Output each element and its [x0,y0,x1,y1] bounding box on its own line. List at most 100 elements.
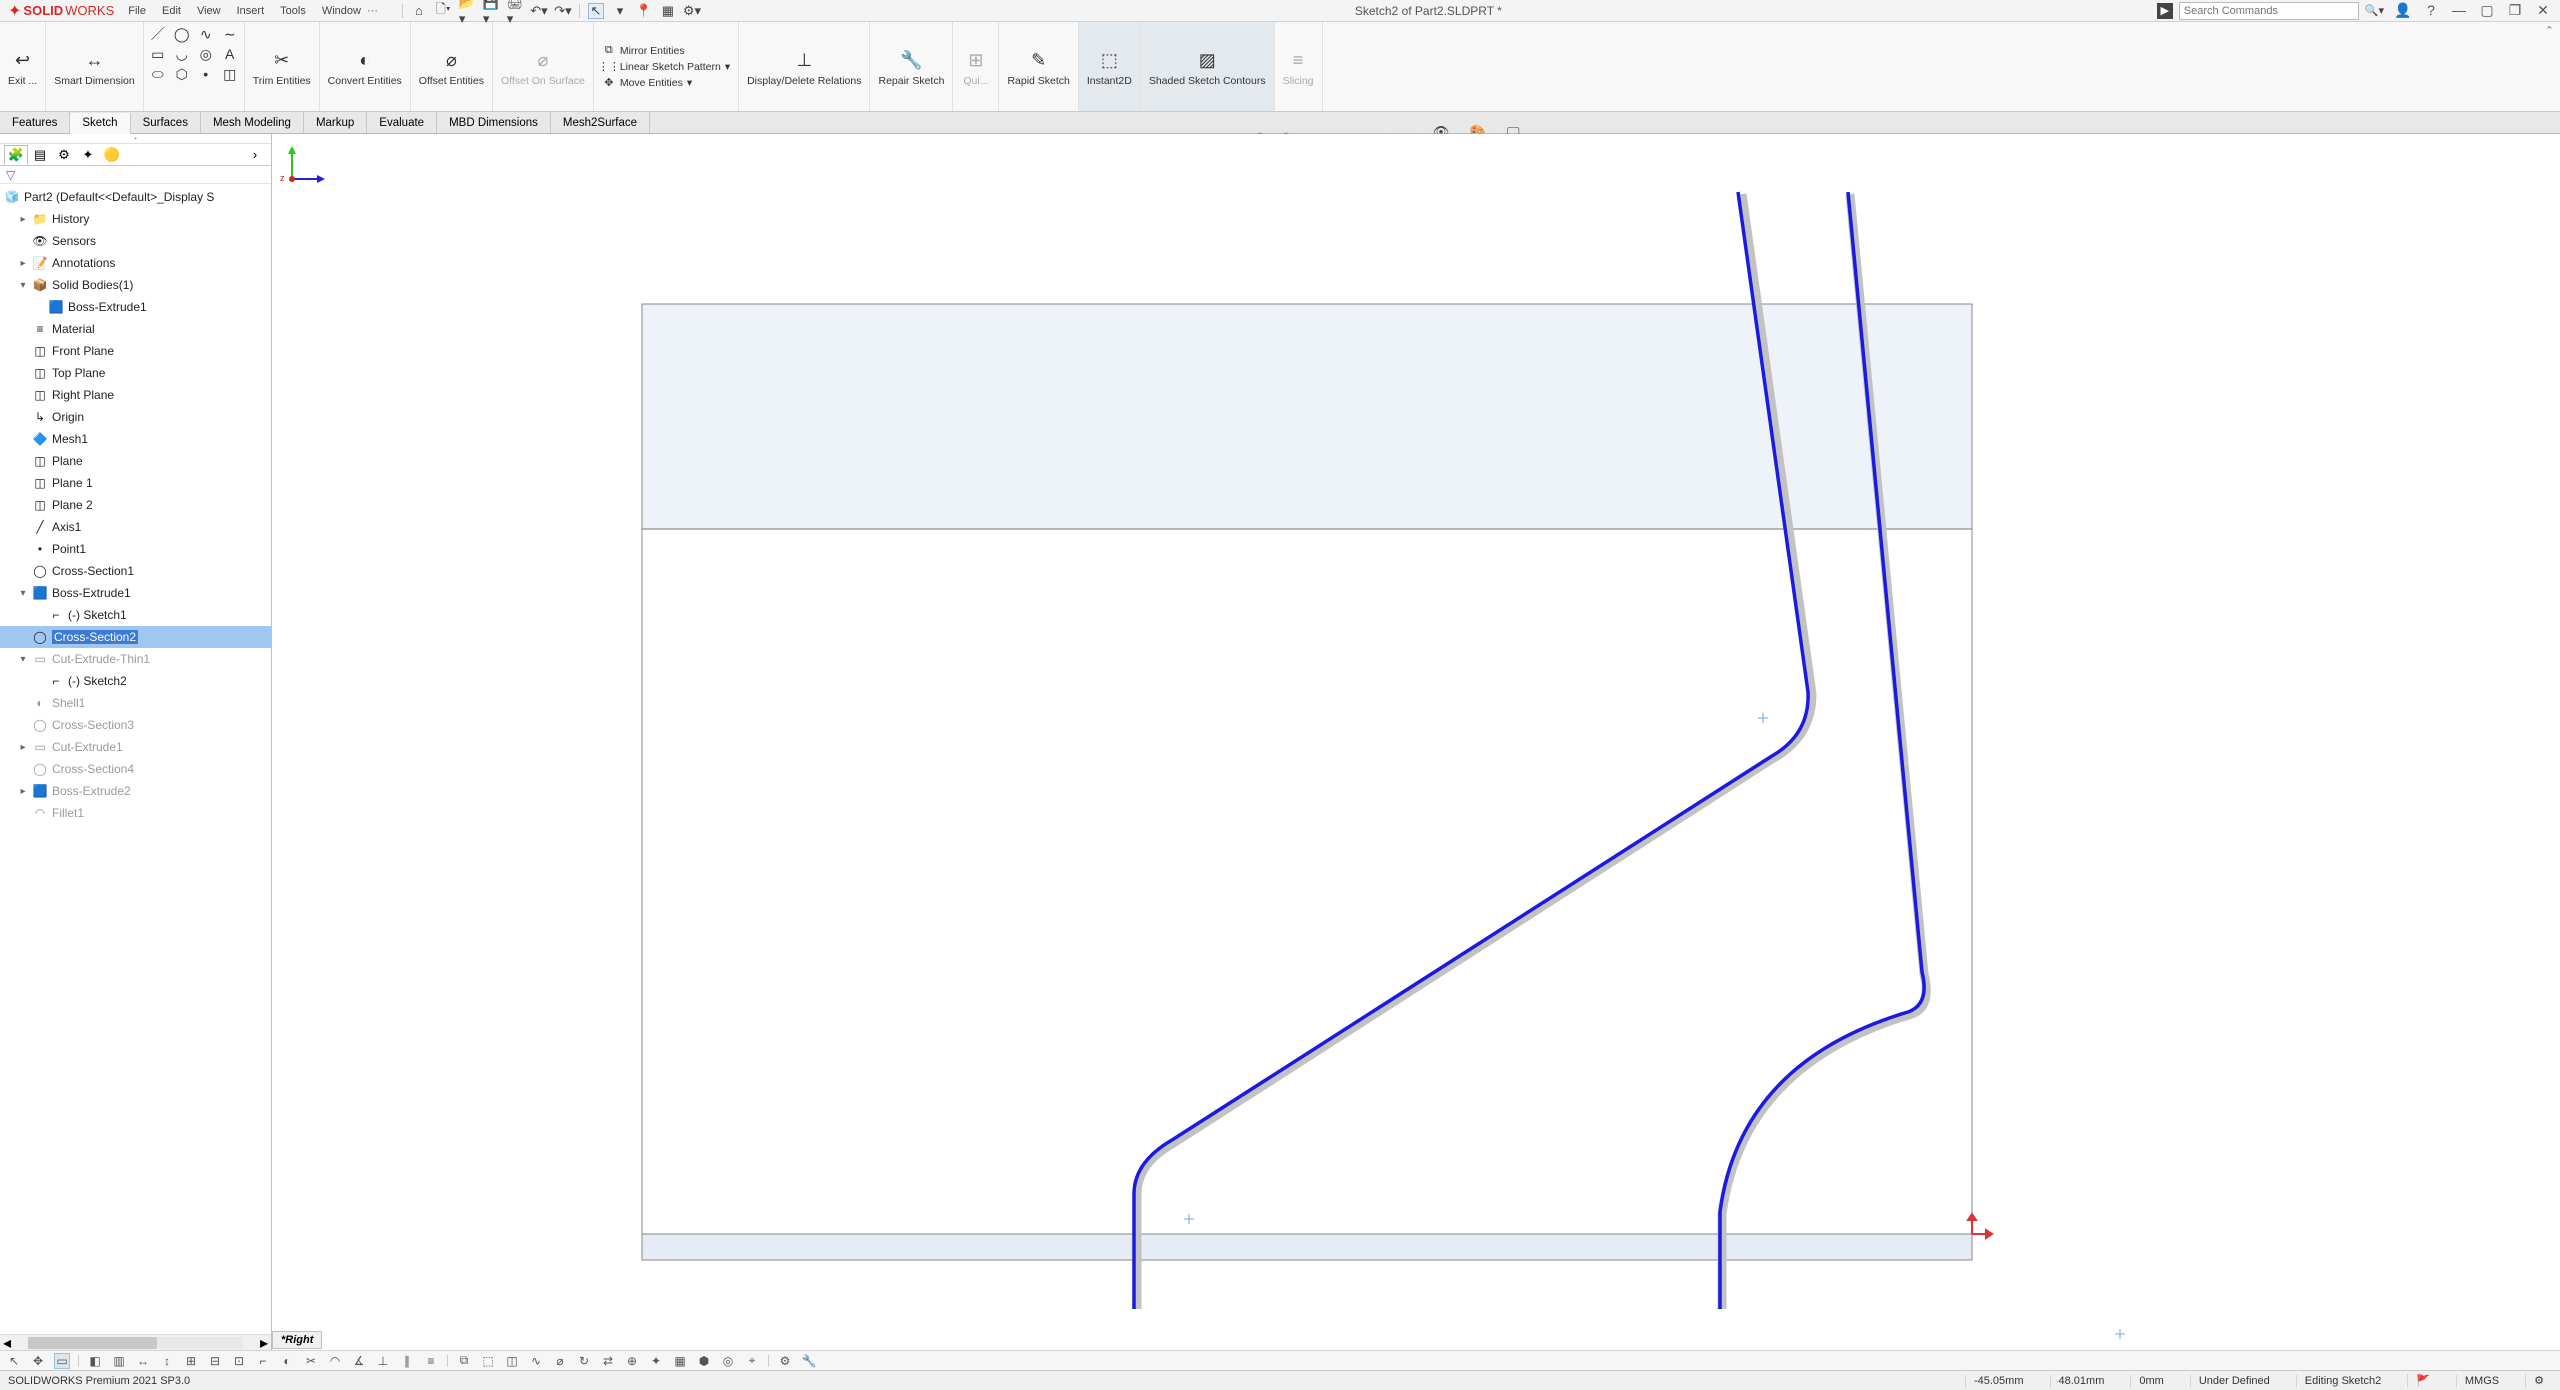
bt-27[interactable]: ◎ [720,1353,736,1369]
ribbon-tab-mbd-dimensions[interactable]: MBD Dimensions [437,112,551,133]
spline-icon[interactable]: ∿ [198,26,214,42]
bt-1[interactable]: ◧ [87,1353,103,1369]
bt-19[interactable]: ∿ [528,1353,544,1369]
tree-item[interactable]: 🔷Mesh1 [0,428,271,450]
tree-item[interactable]: ◫Top Plane [0,362,271,384]
bt-22[interactable]: ⇄ [600,1353,616,1369]
bt-25[interactable]: ▦ [672,1353,688,1369]
tree-item[interactable]: ╱Axis1 [0,516,271,538]
rapid-sketch-button[interactable]: ✎ Rapid Sketch [999,22,1078,111]
offset-entities-button[interactable]: ⌀ Offset Entities [411,22,493,111]
ribbon-tab-mesh2surface[interactable]: Mesh2Surface [551,112,650,133]
bt-11[interactable]: ◠ [327,1353,343,1369]
bt-23[interactable]: ⊕ [624,1353,640,1369]
exit-sketch-button[interactable]: ↩ Exit ... [0,22,46,111]
tree-item[interactable]: ◯Cross-Section3 [0,714,271,736]
select-icon[interactable]: ↖ [588,3,604,19]
bt-5[interactable]: ⊞ [183,1353,199,1369]
tree-item[interactable]: ↳Origin [0,406,271,428]
status-gear-icon[interactable]: ⚙ [2525,1374,2552,1387]
view-triad[interactable]: z [272,134,332,194]
bt-9[interactable]: ◐ [279,1353,295,1369]
tree-item[interactable]: ◫Front Plane [0,340,271,362]
tree-item[interactable]: ▸📝Annotations [0,252,271,274]
status-units[interactable]: MMGS [2456,1375,2507,1387]
graphics-viewport[interactable]: z *Right [272,134,2560,1350]
instant2d-button[interactable]: ⬚ Instant2D [1079,22,1141,111]
bt-15[interactable]: ≡ [423,1353,439,1369]
tree-item[interactable]: ▾🟦Boss-Extrude1 [0,582,271,604]
tree-item[interactable]: •Point1 [0,538,271,560]
polygon-icon[interactable]: ⬡ [174,66,190,82]
property-manager-tab[interactable]: ▤ [28,145,52,165]
repair-sketch-button[interactable]: 🔧 Repair Sketch [870,22,953,111]
pushpin-icon[interactable]: 📍 [636,3,652,19]
menu-edit[interactable]: Edit [162,5,181,17]
tree-twisty[interactable]: ▾ [18,654,28,665]
status-flag-icon[interactable]: 🚩 [2407,1374,2438,1387]
bt-12[interactable]: ∡ [351,1353,367,1369]
display-delete-relations-button[interactable]: ⊥ Display/Delete Relations [739,22,870,111]
bt-16[interactable]: ⧉ [456,1353,472,1369]
bt-4[interactable]: ↕ [159,1353,175,1369]
bt-7[interactable]: ⊡ [231,1353,247,1369]
tree-root[interactable]: 🧊 Part2 (Default<<Default>_Display S [0,186,271,208]
bt-20[interactable]: ⌀ [552,1353,568,1369]
bt-28[interactable]: ⌖ [744,1353,760,1369]
bt-8[interactable]: ⌐ [255,1353,271,1369]
bt-active-icon[interactable]: ▭ [54,1353,70,1369]
ribbon-tab-features[interactable]: Features [0,112,70,133]
trim-entities-button[interactable]: ✂ Trim Entities [245,22,320,111]
minimize-icon[interactable]: — [2450,2,2468,19]
bt-17[interactable]: ⬚ [480,1353,496,1369]
point-icon[interactable]: • [198,66,214,82]
menu-overflow-icon[interactable]: ⋯ [367,4,378,17]
tree-item[interactable]: ◫Plane 2 [0,494,271,516]
ellipse-icon[interactable]: ◎ [198,46,214,62]
menu-file[interactable]: File [128,5,146,17]
linear-pattern-button[interactable]: ⋮⋮Linear Sketch Pattern ▾ [602,60,730,74]
arc-icon[interactable]: ◡ [174,46,190,62]
bt-2[interactable]: ▥ [111,1353,127,1369]
tree-item[interactable]: ▸📁History [0,208,271,230]
bt-pan-icon[interactable]: ✥ [30,1353,46,1369]
help-icon[interactable]: ? [2422,2,2440,19]
tree-item[interactable]: ▾▭Cut-Extrude-Thin1 [0,648,271,670]
chevron-down-icon[interactable]: ▾ [687,77,692,89]
tree-item[interactable]: ◠Fillet1 [0,802,271,824]
bt-26[interactable]: ⬢ [696,1353,712,1369]
open-icon[interactable]: 📂▾ [459,3,475,19]
tree-item[interactable]: ⌐(-) Sketch2 [0,670,271,692]
filter-bar[interactable]: ▽ [0,166,271,184]
dimxpert-tab[interactable]: ✦ [76,145,100,165]
new-icon[interactable]: 🗋▾ [435,3,451,19]
spline2-icon[interactable]: ∼ [222,26,238,42]
circle-icon[interactable]: ◯ [174,26,190,42]
tree-twisty[interactable]: ▸ [18,214,28,225]
tree-item[interactable]: ◐Shell1 [0,692,271,714]
home-icon[interactable]: ⌂ [411,3,427,19]
bt-select-icon[interactable]: ↖ [6,1353,22,1369]
text-icon[interactable]: A [222,46,238,62]
tree-item[interactable]: 🟦Boss-Extrude1 [0,296,271,318]
panel-flyout-icon[interactable]: › [243,145,267,165]
close-icon[interactable]: ✕ [2534,2,2552,19]
menu-window[interactable]: Window [322,5,361,17]
bt-14[interactable]: ∥ [399,1353,415,1369]
display-manager-tab[interactable]: 🟡 [100,145,124,165]
ribbon-overflow-icon[interactable]: ⌃ [2539,22,2560,111]
bt-18[interactable]: ◫ [504,1353,520,1369]
slot-icon[interactable]: ⬭ [150,66,166,82]
tree-item[interactable]: ▸▭Cut-Extrude1 [0,736,271,758]
user-icon[interactable]: 👤 [2394,2,2412,19]
smart-dimension-button[interactable]: ↔ Smart Dimension [46,22,144,111]
plane-icon[interactable]: ◫ [222,66,238,82]
move-entities-button[interactable]: ✥Move Entities ▾ [602,76,730,90]
tree-twisty[interactable]: ▸ [18,786,28,797]
tree-item[interactable]: ◫Plane 1 [0,472,271,494]
chevron-down-icon[interactable]: ▾ [725,61,730,73]
menu-insert[interactable]: Insert [237,5,265,17]
tree-item[interactable]: ◫Plane [0,450,271,472]
maximize-icon[interactable]: ▢ [2478,2,2496,19]
tree-item[interactable]: ▾📦Solid Bodies(1) [0,274,271,296]
